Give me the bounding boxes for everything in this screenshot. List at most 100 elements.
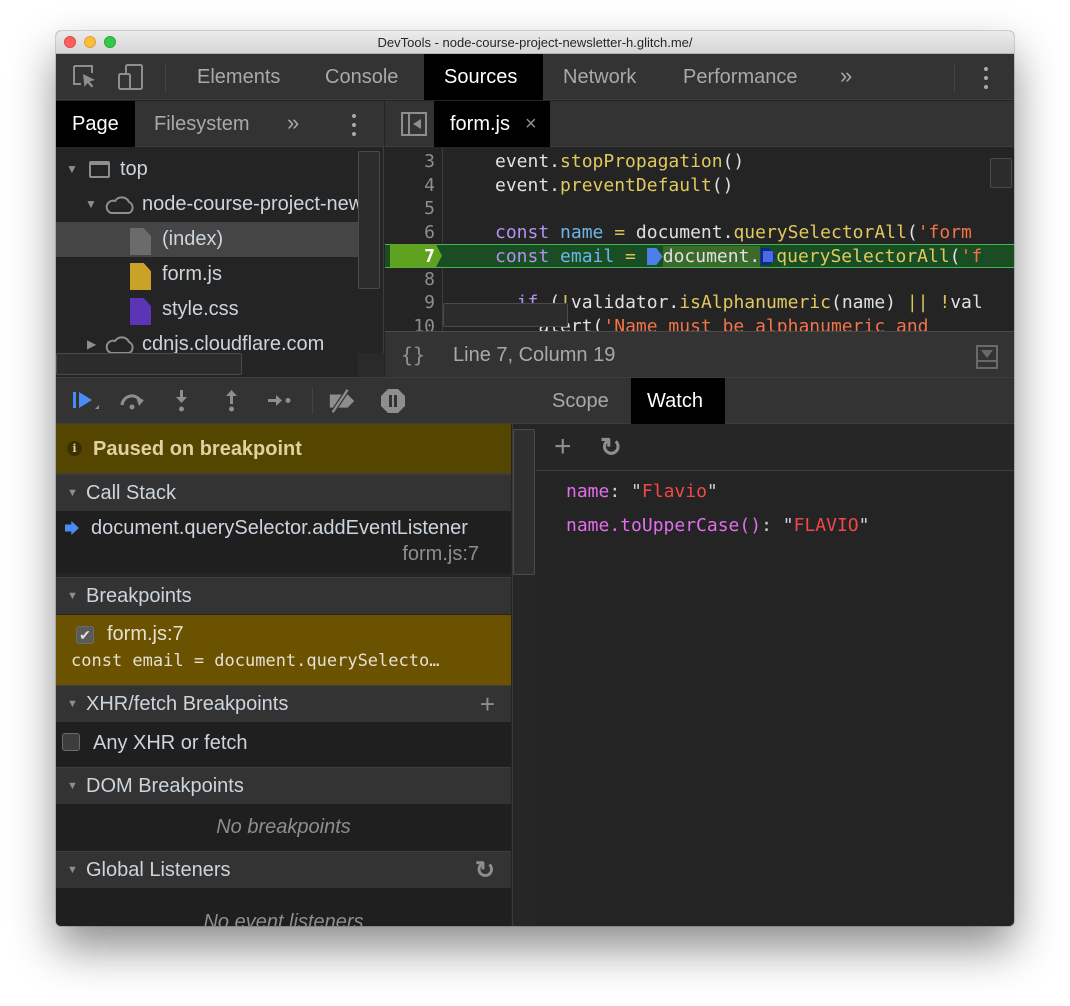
line-number[interactable]: 5 [385, 197, 435, 221]
section-title: XHR/fetch Breakpoints [86, 693, 289, 715]
expand-triangle-icon: ▼ [67, 487, 78, 499]
code-token: email [560, 246, 615, 267]
breakpoint-item[interactable]: ✔ form.js:7 const email = document.query… [56, 615, 511, 685]
inline-breakpoint-icon[interactable] [760, 248, 777, 265]
tree-item-domain[interactable]: ▼ node-course-project-newsletter-h.glitc… [56, 187, 358, 222]
minimize-window-button[interactable] [84, 36, 96, 48]
refresh-watch-icon[interactable]: ↻ [600, 424, 622, 470]
tree-item-cdnjs[interactable]: ▶ cdnjs.cloudflare.com [56, 327, 358, 356]
stylesheet-file-icon [130, 298, 151, 325]
add-xhr-breakpoint-icon[interactable]: + [480, 686, 495, 723]
code-text: event.preventDefault() [495, 174, 733, 198]
maximize-window-button[interactable] [104, 36, 116, 48]
line-number[interactable]: 6 [385, 221, 435, 245]
code-line[interactable]: 6 const name = document.querySelectorAll(… [385, 221, 1014, 245]
watch-expression[interactable]: name: "Flavio" [566, 481, 718, 502]
tree-item-form-js[interactable]: form.js [56, 257, 358, 292]
kebab-dot [984, 85, 988, 89]
step-into-icon[interactable] [167, 386, 197, 416]
tab-scope[interactable]: Scope [536, 378, 625, 424]
tab-page[interactable]: Page [56, 101, 135, 147]
breakpoint-checkbox[interactable]: ✔ [76, 626, 94, 644]
xhr-breakpoints-header[interactable]: ▼ XHR/fetch Breakpoints + [56, 685, 511, 722]
step-out-icon[interactable] [217, 386, 247, 416]
global-listeners-header[interactable]: ▼ Global Listeners ↻ [56, 851, 511, 888]
navigator-menu-button[interactable] [346, 111, 362, 139]
any-xhr-checkbox[interactable] [62, 733, 80, 751]
code-token: const [495, 246, 561, 267]
dom-breakpoints-header[interactable]: ▼ DOM Breakpoints [56, 767, 511, 804]
toggle-navigator-icon[interactable] [401, 112, 427, 136]
call-frame-location[interactable]: form.js:7 [402, 543, 479, 566]
toolbar-separator [165, 64, 166, 92]
inline-breakpoint-icon[interactable] [646, 248, 663, 265]
more-tabs-button[interactable]: » [840, 54, 852, 100]
tab-network[interactable]: Network [543, 54, 656, 100]
tab-elements[interactable]: Elements [177, 54, 300, 100]
tree-item-style-css[interactable]: style.css [56, 292, 358, 327]
editor-tabs: form.js × [385, 101, 1014, 147]
expand-triangle-icon: ▼ [67, 590, 78, 602]
navigator-horizontal-scrollbar[interactable] [56, 353, 242, 375]
editor-horizontal-scrollbar[interactable] [443, 303, 568, 327]
call-frame[interactable]: document.querySelector.addEventListener … [56, 511, 511, 573]
code-token: event. [495, 151, 561, 172]
kebab-dot [352, 114, 356, 118]
expand-triangle-icon[interactable]: ▼ [66, 152, 78, 187]
tab-performance[interactable]: Performance [663, 54, 818, 100]
tree-item-label: (index) [162, 228, 224, 250]
breakpoints-header[interactable]: ▼ Breakpoints [56, 577, 511, 614]
tree-item-top[interactable]: ▼ top [56, 152, 358, 187]
line-number[interactable]: 3 [385, 150, 435, 174]
collapsed-triangle-icon[interactable]: ▶ [87, 327, 96, 356]
resume-icon[interactable] [70, 386, 100, 416]
step-over-icon[interactable] [118, 386, 148, 416]
code-line[interactable]: 5 [385, 197, 1014, 221]
code-token: val [950, 292, 983, 313]
document-file-icon [130, 228, 151, 255]
code-line[interactable]: 8 [385, 268, 1014, 292]
line-number[interactable]: 10 [385, 315, 435, 332]
tab-watch[interactable]: Watch [631, 378, 725, 424]
tab-filesystem[interactable]: Filesystem [138, 101, 266, 147]
watch-expression[interactable]: name.toUpperCase(): "FLAVIO" [566, 515, 869, 536]
cloud-icon [105, 336, 134, 354]
step-icon[interactable] [265, 386, 295, 416]
pretty-print-icon[interactable]: {} [401, 332, 425, 378]
refresh-listeners-icon[interactable]: ↻ [475, 852, 495, 889]
more-navigator-tabs-button[interactable]: » [287, 101, 299, 147]
xhr-breakpoint-label: Any XHR or fetch [93, 732, 248, 754]
section-title: DOM Breakpoints [86, 775, 244, 797]
call-stack-header[interactable]: ▼ Call Stack [56, 474, 511, 511]
line-number[interactable]: 9 [385, 291, 435, 315]
deactivate-breakpoints-icon[interactable] [327, 386, 357, 416]
line-number[interactable]: 8 [385, 268, 435, 292]
toggle-debugger-panel-icon[interactable] [976, 345, 998, 369]
cursor-position: Line 7, Column 19 [453, 344, 616, 366]
tab-sources[interactable]: Sources [424, 54, 543, 100]
tree-item-label: top [120, 158, 148, 180]
device-toolbar-icon[interactable] [118, 64, 144, 90]
navigator-vertical-scrollbar[interactable] [358, 151, 380, 289]
pause-on-exceptions-icon[interactable] [378, 386, 408, 416]
editor-status-bar: {} Line 7, Column 19 [385, 331, 1014, 377]
execution-line[interactable]: 7 const email = document. querySelectorAll… [385, 244, 1014, 268]
line-number[interactable]: 4 [385, 174, 435, 198]
tab-console[interactable]: Console [305, 54, 418, 100]
script-file-icon [130, 263, 151, 290]
code-line[interactable]: 3 event.stopPropagation() [385, 150, 1014, 174]
tree-item-index[interactable]: (index) [56, 222, 358, 257]
code-area[interactable]: 3 event.stopPropagation() 4 event.preventDe… [385, 148, 1014, 331]
expand-triangle-icon[interactable]: ▼ [85, 187, 97, 222]
editor-vertical-scrollbar[interactable] [990, 158, 1012, 188]
xhr-breakpoint-item[interactable]: Any XHR or fetch [56, 722, 511, 767]
customize-menu-button[interactable] [976, 64, 996, 92]
code-line[interactable]: 4 event.preventDefault() [385, 174, 1014, 198]
code-token: stopPropagation [560, 151, 723, 172]
add-watch-expression-icon[interactable]: + [554, 424, 572, 470]
close-window-button[interactable] [64, 36, 76, 48]
close-tab-icon[interactable]: × [525, 101, 537, 147]
debugger-vertical-scrollbar[interactable] [513, 429, 535, 575]
inspect-element-icon[interactable] [72, 64, 98, 90]
line-number[interactable]: 7 [385, 245, 435, 269]
